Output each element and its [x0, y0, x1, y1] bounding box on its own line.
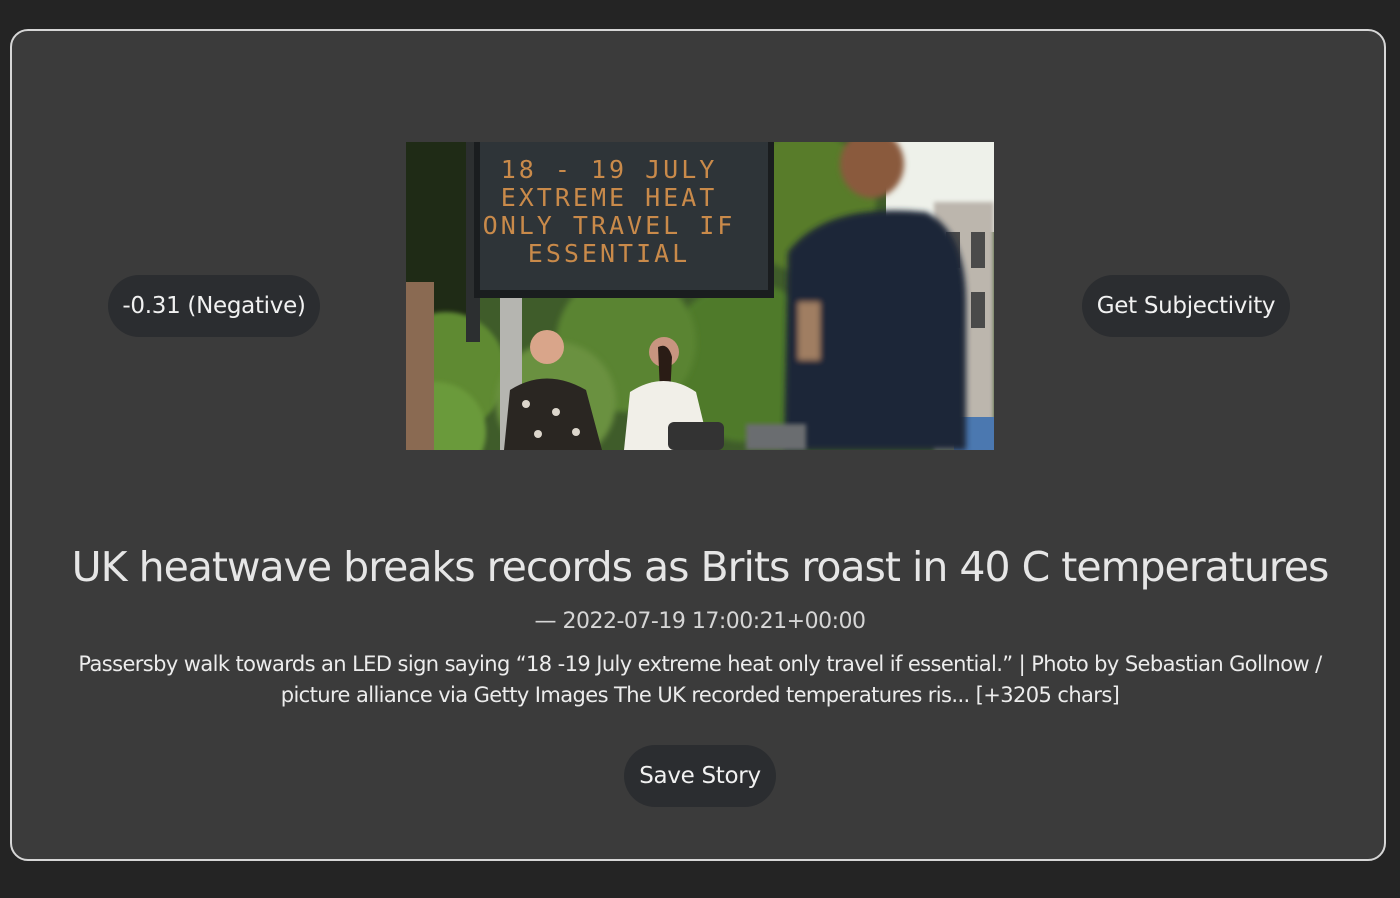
led-sign-line-4: ESSENTIAL	[528, 239, 690, 268]
story-headline: UK heatwave breaks records as Brits roas…	[71, 543, 1330, 591]
news-story-card: -0.31 (Negative) 18 - 19 JULY EXTREME HE…	[10, 29, 1386, 861]
sentiment-score-badge[interactable]: -0.31 (Negative)	[108, 275, 320, 337]
save-story-button[interactable]: Save Story	[624, 745, 776, 807]
led-sign-line-1: 18 - 19 JULY	[501, 155, 718, 184]
story-description: Passersby walk towards an LED sign sayin…	[78, 652, 1322, 707]
story-photo: 18 - 19 JULY EXTREME HEAT ONLY TRAVEL IF…	[406, 142, 994, 450]
led-sign-line-3: ONLY TRAVEL IF	[483, 211, 736, 240]
story-timestamp: — 2022-07-19 17:00:21+00:00	[534, 609, 866, 634]
led-sign-line-2: EXTREME HEAT	[501, 183, 718, 212]
get-subjectivity-button[interactable]: Get Subjectivity	[1082, 275, 1290, 337]
